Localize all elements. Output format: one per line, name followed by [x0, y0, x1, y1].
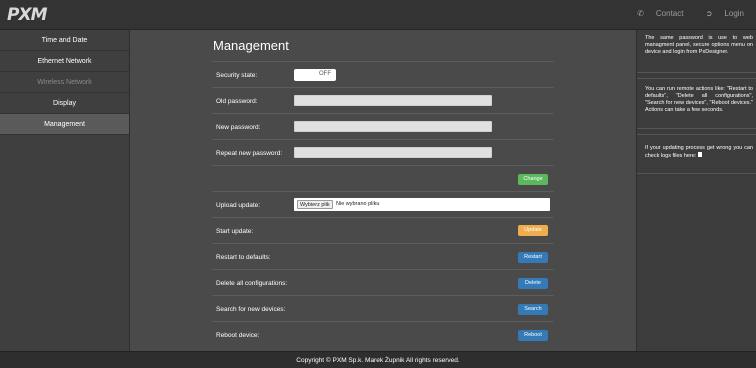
remote-actions-info-text: You can run remote actions like: "Restar… [645, 86, 753, 113]
sidebar-item-management[interactable]: Management [0, 114, 129, 135]
restart-defaults-row: Restart to defaults: Restart [212, 243, 554, 269]
file-upload-field[interactable]: Wybierz plik Nie wybrano pliku [294, 198, 550, 211]
restart-button[interactable]: Restart [518, 252, 548, 263]
top-nav-links: ✆ Contact ➲ Login [617, 9, 744, 18]
reboot-device-row: Reboot device: Reboot [212, 321, 554, 347]
search-button[interactable]: Search [518, 304, 548, 315]
info-divider [637, 128, 756, 129]
security-toggle[interactable]: OFF [294, 69, 336, 81]
change-button[interactable]: Change [518, 174, 548, 185]
search-devices-label: Search for new devices: [216, 306, 286, 313]
update-button[interactable]: Update [518, 225, 548, 236]
repeat-password-row: Repeat new password: [212, 139, 554, 165]
sidebar: Time and Date Ethernet Network Wireless … [0, 30, 130, 351]
choose-file-button[interactable]: Wybierz plik [297, 200, 333, 209]
info-divider [637, 173, 756, 174]
file-icon[interactable] [698, 152, 703, 157]
login-icon: ➲ [705, 9, 713, 18]
reboot-device-label: Reboot device: [216, 332, 260, 339]
reboot-button[interactable]: Reboot [518, 330, 548, 341]
info-divider [637, 134, 756, 135]
sidebar-item-ethernet-network[interactable]: Ethernet Network [0, 51, 129, 72]
main-panel: Management Security state: OFF Old passw… [130, 30, 636, 351]
new-password-field[interactable] [294, 121, 492, 132]
new-password-row: New password: [212, 113, 554, 139]
delete-configs-row: Delete all configurations: Delete [212, 269, 554, 295]
restart-defaults-label: Restart to defaults: [216, 254, 271, 261]
repeat-password-label: Repeat new password: [216, 150, 283, 157]
new-password-label: New password: [216, 124, 261, 131]
info-divider [637, 72, 756, 73]
login-link[interactable]: ➲ Login [696, 9, 744, 18]
sidebar-item-display[interactable]: Display [0, 93, 129, 114]
old-password-label: Old password: [216, 98, 258, 105]
contact-label: Contact [655, 9, 684, 18]
upload-update-row: Upload update: Wybierz plik Nie wybrano … [212, 191, 554, 217]
repeat-password-field[interactable] [294, 147, 492, 158]
copyright-text: Copyright © PXM Sp.k. Marek Żupnik All r… [296, 357, 460, 364]
sidebar-item-time-and-date[interactable]: Time and Date [0, 30, 129, 51]
info-panel: The same password is use to web managmen… [636, 30, 756, 351]
no-file-chosen-text: Nie wybrano pliku [336, 201, 380, 207]
security-state-row: Security state: OFF [212, 61, 554, 87]
password-info-text: The same password is use to web managmen… [645, 35, 753, 55]
logs-info: If your updating process get wrong you c… [645, 145, 753, 160]
old-password-field[interactable] [294, 95, 492, 106]
search-devices-row: Search for new devices: Search [212, 295, 554, 321]
sidebar-item-wireless-network: Wireless Network [0, 72, 129, 93]
phone-icon: ✆ [637, 9, 644, 18]
login-label: Login [724, 9, 744, 18]
change-row: Change [212, 165, 554, 191]
delete-button[interactable]: Delete [518, 278, 548, 289]
old-password-row: Old password: [212, 87, 554, 113]
pxm-logo[interactable]: PXM [7, 5, 47, 25]
toggle-off-text: OFF [319, 71, 331, 77]
start-update-row: Start update: Update [212, 217, 554, 243]
security-state-label: Security state: [216, 72, 258, 79]
info-divider [637, 78, 756, 79]
delete-configs-label: Delete all configurations: [216, 280, 288, 287]
upload-update-label: Upload update: [216, 202, 261, 209]
contact-link[interactable]: ✆ Contact [627, 9, 683, 18]
start-update-label: Start update: [216, 228, 254, 235]
footer: Copyright © PXM Sp.k. Marek Żupnik All r… [0, 351, 756, 368]
page-title: Management [213, 38, 289, 53]
top-navbar: PXM ✆ Contact ➲ Login [0, 0, 756, 30]
